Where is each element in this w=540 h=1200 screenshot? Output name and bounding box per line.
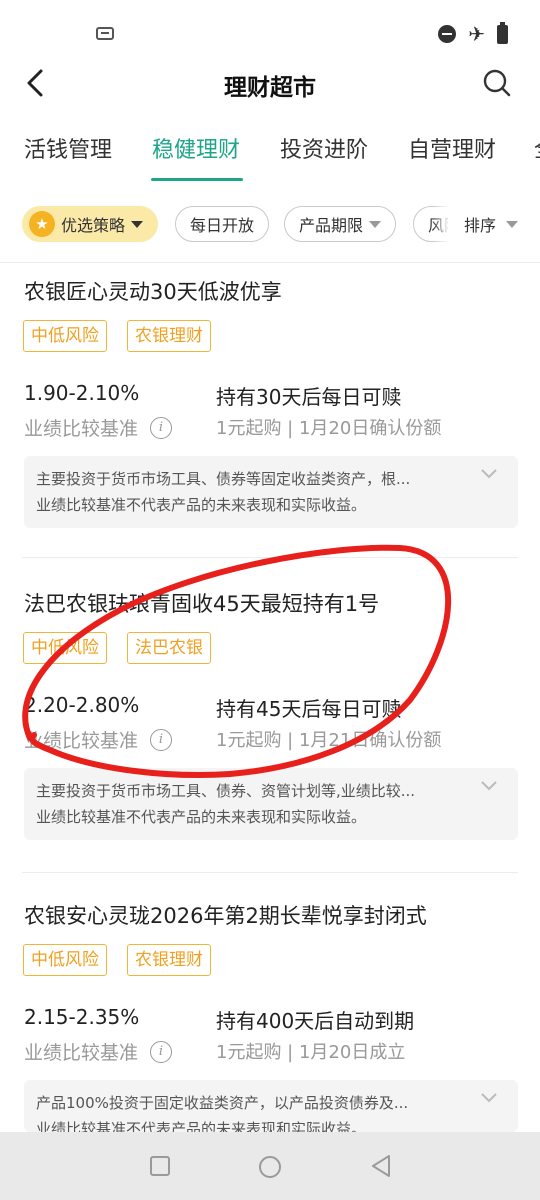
divider bbox=[0, 262, 540, 263]
home-icon[interactable] bbox=[259, 1156, 281, 1178]
strategy-filter-label: 优选策略 bbox=[61, 216, 126, 235]
disclaimer-line: 业绩比较基准不代表产品的未来表现和实际收益。 bbox=[36, 808, 367, 826]
tab-wenjian[interactable]: 稳健理财 bbox=[152, 132, 240, 164]
disclaimer-line: 业绩比较基准不代表产品的未来表现和实际收益。 bbox=[36, 1120, 367, 1132]
rate-label: 业绩比较基准 i bbox=[24, 1038, 173, 1065]
rate-label: 业绩比较基准 i bbox=[24, 726, 173, 753]
rate-label-text: 业绩比较基准 bbox=[24, 418, 139, 440]
app-header: 理财超市 bbox=[0, 60, 540, 108]
yield-rate: 2.20-2.80% bbox=[24, 693, 140, 717]
description-line: 产品100%投资于固定收益类资产，以产品投资债券及... bbox=[36, 1094, 409, 1112]
product-card[interactable]: 农银匠心灵动30天低波优享 中低风险 农银理财 1.90-2.10% 业绩比较基… bbox=[0, 276, 540, 556]
tab-ziying[interactable]: 自营理财 bbox=[408, 132, 496, 164]
issuer-tag: 农银理财 bbox=[127, 944, 211, 976]
recent-apps-icon[interactable] bbox=[150, 1156, 170, 1176]
product-name: 法巴农银珐琅青固收45天最短持有1号 bbox=[24, 592, 380, 616]
rate-label: 业绩比较基准 i bbox=[24, 414, 173, 441]
caret-down-icon bbox=[369, 220, 382, 228]
status-bar: ✈ bbox=[0, 0, 540, 60]
product-description[interactable]: 主要投资于货币市场工具、债券等固定收益类资产，根... 业绩比较基准不代表产品的… bbox=[24, 456, 518, 528]
risk-tag: 中低风险 bbox=[23, 632, 107, 664]
risk-tag: 中低风险 bbox=[23, 320, 107, 352]
strategy-filter[interactable]: 优选策略 bbox=[22, 206, 159, 242]
active-tab-indicator bbox=[151, 178, 243, 181]
system-nav-bar bbox=[0, 1132, 540, 1200]
issuer-tag: 法巴农银 bbox=[127, 632, 211, 664]
strategy-badge-icon bbox=[29, 211, 55, 237]
product-card[interactable]: 农银安心灵珑2026年第2期长辈悦享封闭式 中低风险 农银理财 2.15-2.3… bbox=[0, 900, 540, 1140]
yield-rate: 2.15-2.35% bbox=[24, 1005, 140, 1029]
category-tabs: 活钱管理 稳健理财 投资进阶 自营理财 全 bbox=[0, 120, 540, 184]
period-filter[interactable]: 产品期限 bbox=[284, 206, 397, 242]
caret-down-icon bbox=[506, 220, 519, 228]
divider bbox=[22, 557, 518, 558]
do-not-disturb-icon bbox=[438, 25, 457, 43]
disclaimer-line: 业绩比较基准不代表产品的未来表现和实际收益。 bbox=[36, 496, 367, 514]
chevron-down-icon[interactable] bbox=[480, 1092, 498, 1104]
nav-back-icon[interactable] bbox=[370, 1154, 392, 1178]
holding-rule: 持有45天后每日可赎 bbox=[216, 697, 402, 721]
issuer-tag: 农银理财 bbox=[127, 320, 211, 352]
tab-huoqian[interactable]: 活钱管理 bbox=[24, 132, 112, 164]
holding-rule: 持有400天后自动到期 bbox=[216, 1009, 415, 1033]
yield-rate: 1.90-2.10% bbox=[24, 381, 140, 405]
search-icon[interactable] bbox=[482, 68, 512, 98]
sort-button[interactable]: 排序 bbox=[448, 196, 540, 252]
daily-open-filter[interactable]: 每日开放 bbox=[175, 206, 270, 242]
purchase-info: 1元起购 | 1月20日确认份额 bbox=[216, 418, 442, 439]
holding-rule: 持有30天后每日可赎 bbox=[216, 385, 402, 409]
battery-icon bbox=[497, 21, 508, 44]
product-card[interactable]: 法巴农银珐琅青固收45天最短持有1号 中低风险 法巴农银 2.20-2.80% … bbox=[0, 588, 540, 868]
airplane-mode-icon: ✈ bbox=[468, 22, 485, 46]
status-icons: ✈ bbox=[438, 21, 508, 46]
product-description[interactable]: 主要投资于货币市场工具、债券、资管计划等,业绩比较... 业绩比较基准不代表产品… bbox=[24, 768, 518, 840]
chevron-down-icon[interactable] bbox=[480, 780, 498, 792]
purchase-info: 1元起购 | 1月21日确认份额 bbox=[216, 730, 442, 751]
filter-bar: 优选策略 每日开放 产品期限 风险 排序 bbox=[0, 196, 540, 252]
page-title: 理财超市 bbox=[224, 75, 316, 101]
product-name: 农银匠心灵动30天低波优享 bbox=[24, 280, 282, 304]
tab-quan[interactable]: 全 bbox=[534, 132, 540, 164]
daily-open-label: 每日开放 bbox=[190, 216, 255, 235]
period-filter-label: 产品期限 bbox=[299, 216, 364, 235]
product-name: 农银安心灵珑2026年第2期长辈悦享封闭式 bbox=[24, 904, 427, 928]
info-icon[interactable]: i bbox=[150, 728, 173, 751]
description-line: 主要投资于货币市场工具、债券等固定收益类资产，根... bbox=[36, 470, 411, 488]
purchase-info: 1元起购 | 1月20日成立 bbox=[216, 1042, 406, 1063]
chevron-down-icon[interactable] bbox=[480, 468, 498, 480]
rate-label-text: 业绩比较基准 bbox=[24, 1042, 139, 1064]
risk-tag: 中低风险 bbox=[23, 944, 107, 976]
product-description[interactable]: 产品100%投资于固定收益类资产，以产品投资债券及... 业绩比较基准不代表产品… bbox=[24, 1080, 518, 1132]
description-line: 主要投资于货币市场工具、债券、资管计划等,业绩比较... bbox=[36, 782, 416, 800]
info-icon[interactable]: i bbox=[150, 416, 173, 439]
divider bbox=[22, 872, 518, 873]
rate-label-text: 业绩比较基准 bbox=[24, 730, 139, 752]
info-icon[interactable]: i bbox=[150, 1040, 173, 1063]
caret-down-icon bbox=[131, 220, 144, 228]
voicemail-icon bbox=[96, 27, 114, 40]
tab-touzi[interactable]: 投资进阶 bbox=[280, 132, 368, 164]
sort-label: 排序 bbox=[464, 216, 497, 235]
